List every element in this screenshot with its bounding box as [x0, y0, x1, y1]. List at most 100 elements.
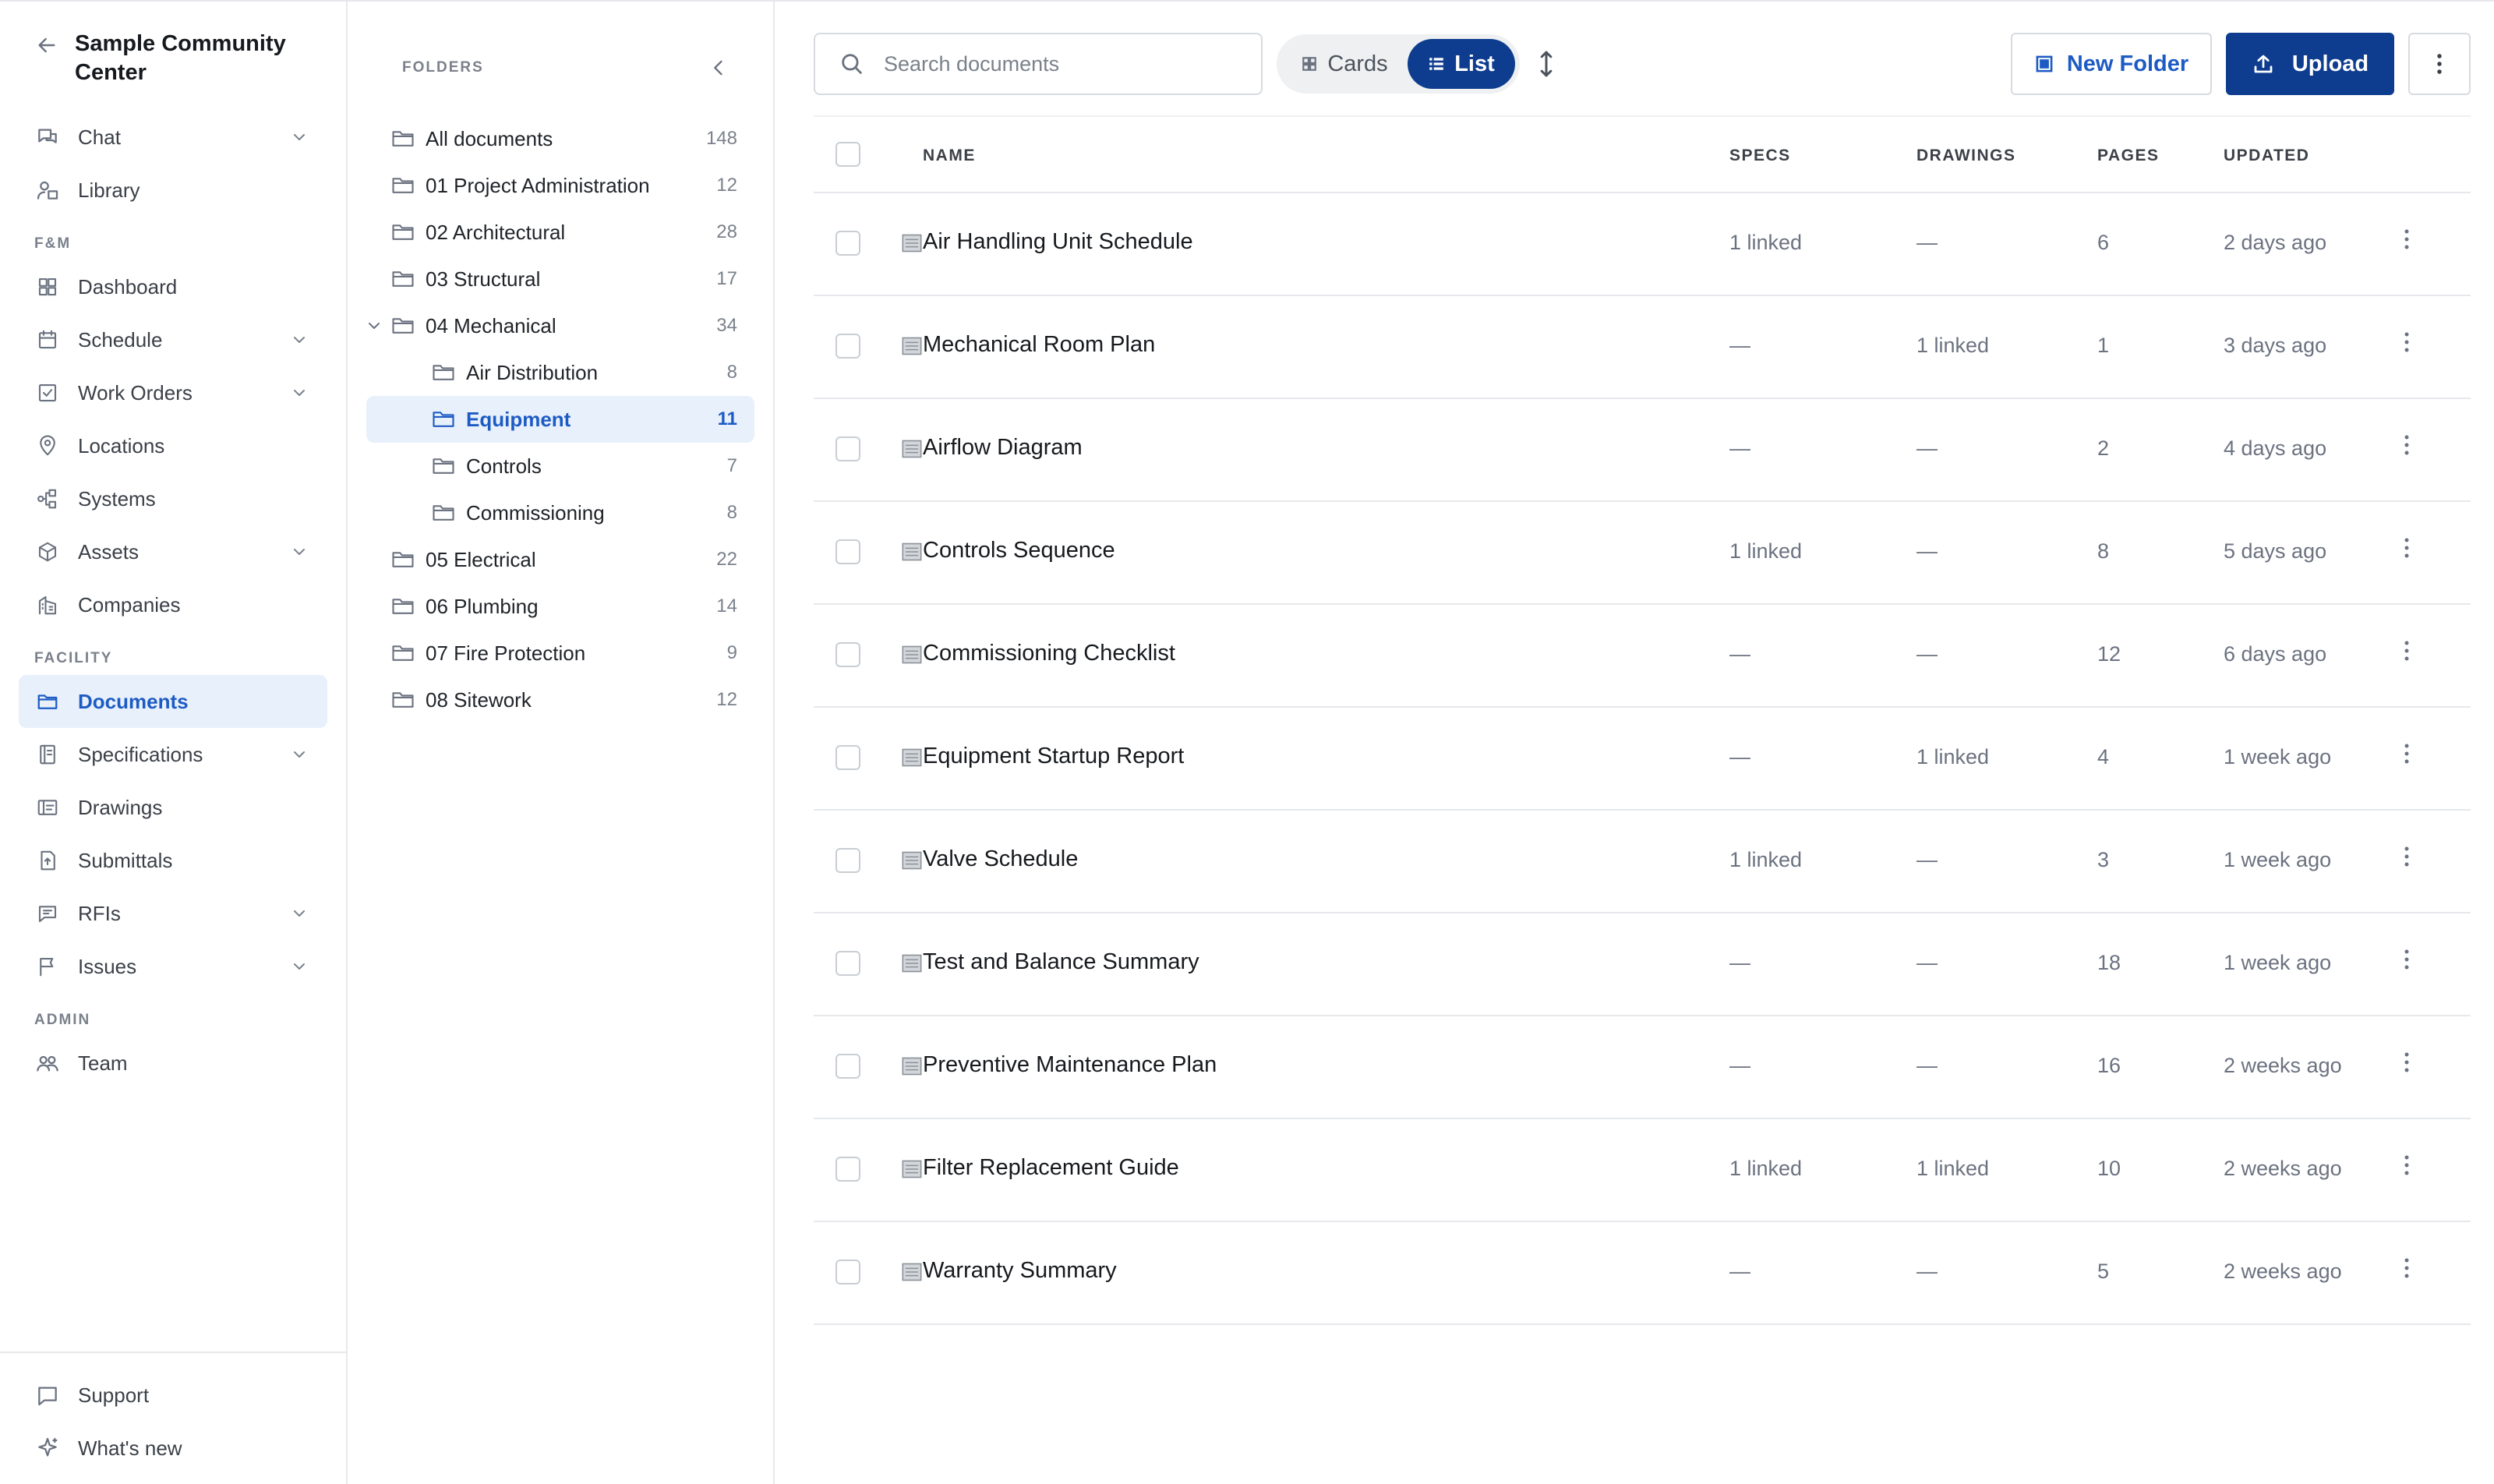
folder-item-04-mechanical[interactable]: 04 Mechanical 34 — [366, 302, 754, 349]
sidebar-item-library[interactable]: Library — [0, 164, 346, 217]
search-box[interactable] — [814, 33, 1263, 95]
table-row[interactable]: Controls Sequence 1 linked — 8 5 days ago — [814, 502, 2471, 605]
row-more-icon[interactable] — [2404, 1051, 2419, 1082]
row-more-icon[interactable] — [2404, 433, 2419, 465]
column-header-name[interactable]: NAME — [923, 147, 976, 165]
row-checkbox[interactable] — [835, 1054, 860, 1079]
column-header-updated[interactable]: UPDATED — [2224, 147, 2309, 165]
table-row[interactable]: Test and Balance Summary — — 18 1 week ago — [814, 913, 2471, 1016]
document-name[interactable]: Warranty Summary — [923, 1258, 1117, 1284]
folder-item-equipment[interactable]: Equipment 11 — [366, 396, 754, 443]
expand-chevron-icon[interactable] — [365, 316, 383, 335]
row-checkbox[interactable] — [835, 1157, 860, 1182]
sidebar-item-what-s-new[interactable]: What's new — [0, 1422, 346, 1475]
table-row[interactable]: Commissioning Checklist — — 12 6 days ago — [814, 605, 2471, 708]
sidebar-item-work-orders[interactable]: Work Orders — [0, 366, 346, 419]
folder-item-commissioning[interactable]: Commissioning 8 — [366, 489, 754, 536]
sort-button[interactable] — [1531, 45, 1562, 83]
chevron-down-icon[interactable] — [290, 904, 309, 923]
folder-item-06-plumbing[interactable]: 06 Plumbing 14 — [366, 583, 754, 630]
row-more-icon[interactable] — [2404, 1154, 2419, 1185]
sidebar-item-systems[interactable]: Systems — [0, 472, 346, 525]
row-checkbox[interactable] — [835, 1260, 860, 1284]
sidebar-item-team[interactable]: Team — [0, 1037, 346, 1090]
row-more-icon[interactable] — [2404, 1256, 2419, 1288]
table-row[interactable]: Equipment Startup Report — 1 linked 4 1 week… — [814, 708, 2471, 811]
new-folder-button[interactable]: New Folder — [2011, 33, 2212, 95]
chevron-down-icon[interactable] — [290, 330, 309, 349]
document-name[interactable]: Test and Balance Summary — [923, 949, 1199, 975]
chevron-down-icon[interactable] — [290, 542, 309, 561]
table-row[interactable]: Preventive Maintenance Plan — — 16 2 weeks a… — [814, 1016, 2471, 1119]
sidebar-item-documents[interactable]: Documents — [19, 675, 327, 728]
row-checkbox[interactable] — [835, 642, 860, 667]
row-more-icon[interactable] — [2404, 330, 2419, 362]
chevron-down-icon[interactable] — [290, 745, 309, 764]
chevron-down-icon[interactable] — [290, 957, 309, 976]
sidebar-item-submittals[interactable]: Submittals — [0, 834, 346, 887]
sidebar-item-drawings[interactable]: Drawings — [0, 781, 346, 834]
folder-item-05-electrical[interactable]: 05 Electrical 22 — [366, 536, 754, 583]
row-checkbox[interactable] — [835, 848, 860, 873]
row-checkbox[interactable] — [835, 745, 860, 770]
row-checkbox[interactable] — [835, 334, 860, 359]
column-header-pages[interactable]: PAGES — [2097, 147, 2159, 165]
document-name[interactable]: Mechanical Room Plan — [923, 332, 1155, 358]
row-more-icon[interactable] — [2404, 948, 2419, 979]
document-name[interactable]: Air Handling Unit Schedule — [923, 229, 1193, 255]
collapse-panel-icon[interactable] — [708, 57, 729, 79]
folder-item-all-documents[interactable]: All documents 148 — [366, 115, 754, 162]
table-row[interactable]: Air Handling Unit Schedule 1 linked — 6 2 da… — [814, 193, 2471, 296]
sidebar-item-chat[interactable]: Chat — [0, 111, 346, 164]
document-name[interactable]: Valve Schedule — [923, 846, 1078, 872]
column-header-specs[interactable]: SPECS — [1729, 147, 1791, 165]
sidebar-item-companies[interactable]: Companies — [0, 578, 346, 631]
folder-item-03-structural[interactable]: 03 Structural 17 — [366, 256, 754, 302]
document-name[interactable]: Preventive Maintenance Plan — [923, 1052, 1217, 1078]
list-view-button[interactable]: List — [1408, 39, 1515, 89]
row-more-icon[interactable] — [2404, 639, 2419, 670]
row-more-icon[interactable] — [2404, 845, 2419, 876]
sidebar-item-support[interactable]: Support — [0, 1369, 346, 1422]
row-checkbox[interactable] — [835, 436, 860, 461]
chevron-down-icon[interactable] — [290, 128, 309, 147]
search-input[interactable] — [882, 51, 1228, 77]
table-row[interactable]: Filter Replacement Guide 1 linked 1 linked… — [814, 1119, 2471, 1222]
table-row[interactable]: Warranty Summary — — 5 2 weeks ago — [814, 1222, 2471, 1325]
sidebar-item-assets[interactable]: Assets — [0, 525, 346, 578]
more-options-button[interactable] — [2408, 33, 2471, 95]
select-all-checkbox[interactable] — [835, 142, 860, 167]
table-row[interactable]: Airflow Diagram — — 2 4 days ago — [814, 399, 2471, 502]
document-name[interactable]: Airflow Diagram — [923, 435, 1083, 461]
back-arrow-icon[interactable] — [34, 33, 59, 58]
sidebar-item-locations[interactable]: Locations — [0, 419, 346, 472]
chevron-down-icon[interactable] — [290, 383, 309, 402]
sidebar-item-specifications[interactable]: Specifications — [0, 728, 346, 781]
row-more-icon[interactable] — [2404, 536, 2419, 567]
folder-item-01-project-administration[interactable]: 01 Project Administration 12 — [366, 162, 754, 209]
sidebar-item-schedule[interactable]: Schedule — [0, 313, 346, 366]
row-more-icon[interactable] — [2404, 228, 2419, 259]
document-name[interactable]: Commissioning Checklist — [923, 641, 1175, 666]
folder-item-07-fire-protection[interactable]: 07 Fire Protection 9 — [366, 630, 754, 677]
sidebar-item-rfis[interactable]: RFIs — [0, 887, 346, 940]
cards-view-button[interactable]: Cards — [1281, 39, 1408, 89]
sidebar-item-issues[interactable]: Issues — [0, 940, 346, 993]
folder-item-air-distribution[interactable]: Air Distribution 8 — [366, 349, 754, 396]
folder-item-08-sitework[interactable]: 08 Sitework 12 — [366, 677, 754, 723]
document-name[interactable]: Filter Replacement Guide — [923, 1155, 1179, 1181]
table-row[interactable]: Valve Schedule 1 linked — 3 1 week ago — [814, 811, 2471, 913]
row-checkbox[interactable] — [835, 231, 860, 256]
upload-button[interactable]: Upload — [2226, 33, 2394, 95]
folder-item-02-architectural[interactable]: 02 Architectural 28 — [366, 209, 754, 256]
row-checkbox[interactable] — [835, 951, 860, 976]
row-more-icon[interactable] — [2404, 742, 2419, 773]
sidebar-item-dashboard[interactable]: Dashboard — [0, 260, 346, 313]
document-name[interactable]: Equipment Startup Report — [923, 744, 1184, 769]
column-header-drawings[interactable]: DRAWINGS — [1916, 147, 2016, 165]
document-name[interactable]: Controls Sequence — [923, 538, 1115, 564]
row-checkbox[interactable] — [835, 539, 860, 564]
table-row[interactable]: Mechanical Room Plan — 1 linked 1 3 days ago — [814, 296, 2471, 399]
folder-item-controls[interactable]: Controls 7 — [366, 443, 754, 489]
cell-drawings: 1 linked — [1916, 1157, 1990, 1180]
